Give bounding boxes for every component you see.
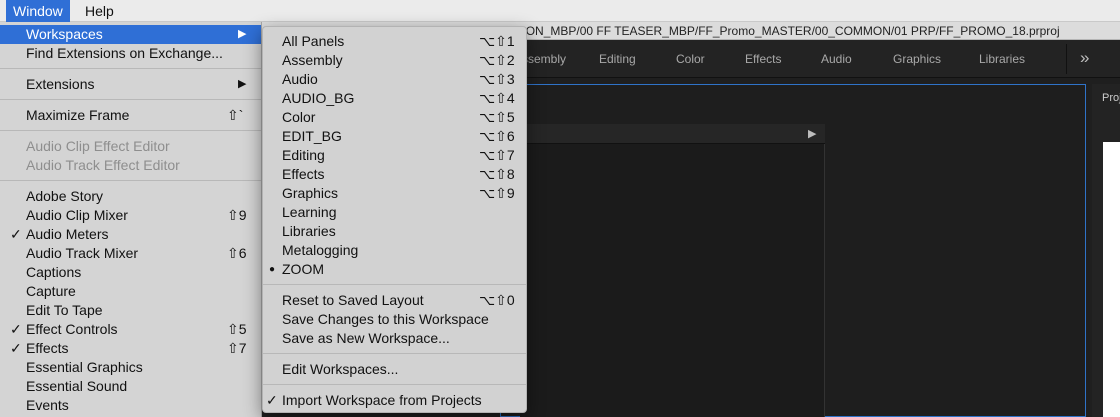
workspace-overflow-icon[interactable]: » [1080, 40, 1089, 78]
checkmark-icon: ✓ [10, 340, 22, 356]
workspaces-submenu: All Panels ⌥⇧1 Assembly ⌥⇧2 Audio ⌥⇧3 AU… [262, 26, 527, 413]
workspace-item-effects[interactable]: Effects ⌥⇧8 [263, 165, 526, 184]
menu-window[interactable]: Window [6, 0, 70, 22]
menu-item-adobe-story[interactable]: Adobe Story [0, 187, 261, 206]
window-menu: Workspaces ▶ Find Extensions on Exchange… [0, 22, 262, 417]
workspace-item-graphics[interactable]: Graphics ⌥⇧9 [263, 184, 526, 203]
menu-item-workspaces[interactable]: Workspaces ▶ [0, 25, 261, 44]
workspace-item-all-panels[interactable]: All Panels ⌥⇧1 [263, 32, 526, 51]
menu-item-effect-controls[interactable]: ✓ Effect Controls ⇧5 [0, 320, 261, 339]
workspace-item-assembly[interactable]: Assembly ⌥⇧2 [263, 51, 526, 70]
workspace-tab-effects[interactable]: Effects [745, 40, 781, 78]
menu-item-essential-sound[interactable]: Essential Sound [0, 377, 261, 396]
submenu-arrow-icon: ▶ [238, 78, 247, 90]
checkmark-icon: ✓ [10, 226, 22, 242]
workspace-item-edit-workspaces[interactable]: Edit Workspaces... [263, 360, 526, 379]
workspace-item-reset-layout[interactable]: Reset to Saved Layout ⌥⇧0 [263, 291, 526, 310]
workspace-divider [1066, 44, 1067, 74]
submenu-arrow-icon: ▶ [238, 28, 247, 40]
workspace-item-audio-bg[interactable]: AUDIO_BG ⌥⇧4 [263, 89, 526, 108]
menu-help[interactable]: Help [78, 0, 121, 22]
workspace-item-editing[interactable]: Editing ⌥⇧7 [263, 146, 526, 165]
menu-separator [263, 384, 526, 385]
menu-separator [0, 130, 261, 131]
workspace-item-save-as-new[interactable]: Save as New Workspace... [263, 329, 526, 348]
menu-item-audio-clip-effect-editor: Audio Clip Effect Editor [26, 138, 170, 154]
menu-item-events[interactable]: Events [0, 396, 261, 415]
menu-separator [263, 353, 526, 354]
menu-item-audio-meters[interactable]: ✓ Audio Meters [0, 225, 261, 244]
workspace-tab-libraries[interactable]: Libraries [979, 40, 1025, 78]
menu-item-maximize-frame[interactable]: Maximize Frame ⇧` [0, 106, 261, 125]
menu-item-extensions[interactable]: Extensions ▶ [0, 75, 261, 94]
menu-item-capture[interactable]: Capture [0, 282, 261, 301]
workspace-tab-audio[interactable]: Audio [821, 40, 852, 78]
menu-item-effects[interactable]: ✓ Effects ⇧7 [0, 339, 261, 358]
menu-separator [0, 180, 261, 181]
inner-panel [520, 124, 825, 417]
workspace-tab-graphics[interactable]: Graphics [893, 40, 941, 78]
project-panel-content [1103, 142, 1120, 417]
menu-item-edit-to-tape[interactable]: Edit To Tape [0, 301, 261, 320]
panel-menu-arrow-icon[interactable]: ▶ [808, 127, 816, 140]
workspace-item-metalogging[interactable]: Metalogging [263, 241, 526, 260]
menu-separator [0, 99, 261, 100]
menu-item-audio-track-effect-editor: Audio Track Effect Editor [26, 157, 180, 173]
workspace-item-audio[interactable]: Audio ⌥⇧3 [263, 70, 526, 89]
checkmark-icon: ✓ [10, 321, 22, 337]
menu-item-audio-track-mixer[interactable]: Audio Track Mixer ⇧6 [0, 244, 261, 263]
menu-separator [263, 284, 526, 285]
workspace-item-edit-bg[interactable]: EDIT_BG ⌥⇧6 [263, 127, 526, 146]
project-panel-label[interactable]: Proj [1102, 92, 1120, 104]
menu-item-find-extensions[interactable]: Find Extensions on Exchange... [0, 44, 261, 63]
menu-item-captions[interactable]: Captions [0, 263, 261, 282]
menu-item-audio-clip-mixer[interactable]: Audio Clip Mixer ⇧9 [0, 206, 261, 225]
workspace-tab-color[interactable]: Color [676, 40, 705, 78]
workspace-item-color[interactable]: Color ⌥⇧5 [263, 108, 526, 127]
inner-panel-header [520, 124, 825, 144]
workspace-item-zoom[interactable]: ● ZOOM [263, 260, 526, 279]
workspace-item-save-changes[interactable]: Save Changes to this Workspace [263, 310, 526, 329]
menu-item-essential-graphics[interactable]: Essential Graphics [0, 358, 261, 377]
menu-separator [0, 68, 261, 69]
workspace-tab-editing[interactable]: Editing [599, 40, 636, 78]
checkmark-icon: ✓ [266, 392, 278, 408]
current-workspace-dot-icon: ● [269, 264, 276, 275]
workspace-item-import-from-projects[interactable]: ✓ Import Workspace from Projects [263, 391, 526, 410]
workspace-item-learning[interactable]: Learning [263, 203, 526, 222]
workspace-item-libraries[interactable]: Libraries [263, 222, 526, 241]
macos-menu-bar: Window Help [0, 0, 1120, 22]
